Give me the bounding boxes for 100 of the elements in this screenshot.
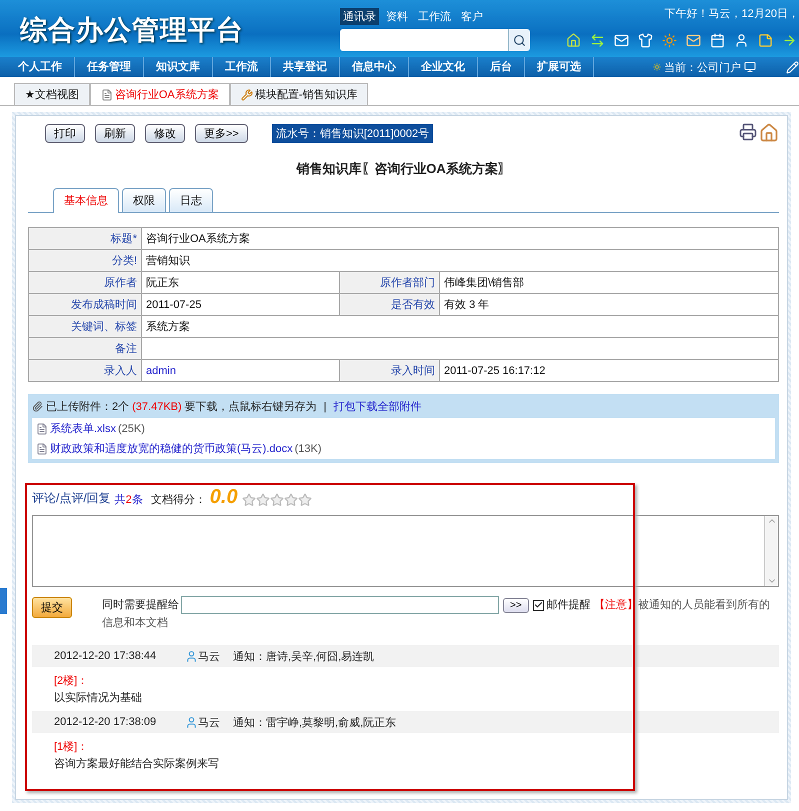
email-notify-label: 邮件提醒 — [546, 599, 591, 611]
section-tab[interactable]: 权限 — [122, 188, 166, 212]
note-text: 信息和本文档 — [102, 616, 168, 631]
separator-text: | — [324, 400, 327, 412]
mail-icon[interactable] — [686, 33, 701, 48]
comment-author: 马云 — [198, 650, 220, 664]
add-button[interactable]: >> — [503, 598, 529, 613]
user-icon — [185, 716, 198, 728]
rating-star[interactable] — [270, 493, 284, 507]
current-portal: 当前：公司门户 — [664, 60, 741, 74]
toolbar-button[interactable]: 修改 — [145, 124, 185, 142]
file-link[interactable]: 财政政策和适度放宽的稳健的货币政策(马云).docx — [50, 441, 293, 456]
toolbar-button[interactable]: 打印 — [45, 124, 85, 142]
field-label: 关键词、标签 — [28, 316, 142, 338]
serial-number: 流水号：销售知识[2011]0002号 — [272, 124, 434, 142]
arrows-icon[interactable] — [590, 33, 605, 48]
nav-item[interactable]: 后台 — [478, 57, 525, 77]
floor-number: [1楼]： — [54, 740, 88, 754]
nav-item[interactable]: 个人工作 — [6, 57, 75, 77]
note-text: 被通知的人员能看到所有的 — [638, 599, 770, 611]
arrow-icon[interactable] — [782, 33, 797, 48]
calendar-icon[interactable] — [710, 33, 725, 48]
scrollbar[interactable] — [764, 516, 778, 586]
home-icon[interactable] — [759, 123, 779, 143]
file-link[interactable]: 系统表单.xlsx — [50, 421, 116, 436]
field-label: 录入时间 — [340, 360, 440, 382]
search-tab[interactable]: 通讯录 — [340, 8, 379, 25]
nav-item[interactable]: 企业文化 — [409, 57, 478, 77]
field-value: 有效 3 年 — [440, 294, 778, 316]
search-tab[interactable]: 客户 — [458, 8, 486, 25]
envelope-icon[interactable] — [614, 33, 629, 48]
page-tab[interactable]: 咨询行业OA系统方案 — [90, 83, 230, 105]
file-size: (13K) — [294, 442, 322, 454]
attachment-size: (37.47KB) — [132, 400, 182, 412]
comment-textarea[interactable] — [32, 515, 779, 587]
nav-item[interactable]: 扩展可选 — [525, 57, 594, 77]
notified-users: 通知：雷宇峥,莫黎明,俞威,阮正东 — [233, 716, 396, 730]
note-icon[interactable] — [758, 33, 773, 48]
user-link[interactable]: admin — [142, 360, 340, 382]
search-tab[interactable]: 资料 — [383, 8, 411, 25]
submit-button[interactable]: 提交 — [32, 597, 72, 618]
toolbar-button[interactable]: 刷新 — [95, 124, 135, 142]
rating-star[interactable] — [298, 493, 312, 507]
download-all-link[interactable]: 打包下载全部附件 — [334, 399, 422, 414]
wrench-icon — [240, 88, 253, 100]
app-logo: 综合办公管理平台 — [20, 14, 245, 47]
comment-time: 2012-12-20 17:38:44 — [54, 650, 158, 662]
notify-label: 同时需要提醒给 — [102, 599, 179, 611]
pencil-icon[interactable] — [786, 60, 799, 74]
search-button[interactable] — [508, 29, 530, 51]
printer-icon[interactable] — [739, 123, 757, 141]
file-icon — [36, 442, 48, 454]
shirt-icon[interactable] — [638, 33, 653, 48]
notify-input[interactable] — [181, 596, 499, 614]
field-label: 备注 — [28, 338, 142, 360]
home-icon[interactable] — [566, 33, 581, 48]
monitor-icon[interactable] — [744, 61, 756, 73]
page-tab[interactable]: ★文档视图 — [14, 83, 90, 105]
notified-users: 通知：唐诗,吴辛,何囧,易连凯 — [233, 650, 374, 664]
greeting-text: 下午好！马云，12月20日， — [664, 7, 799, 21]
sun-icon[interactable] — [662, 33, 677, 48]
section-tab[interactable]: 基本信息 — [53, 188, 119, 213]
comment-text: 咨询方案最好能结合实际案例来写 — [54, 756, 219, 771]
paperclip-icon — [32, 401, 43, 412]
nav-item[interactable]: 信息中心 — [340, 57, 409, 77]
comment-text: 以实际情况为基础 — [54, 690, 142, 705]
field-value: 阮正东 — [142, 272, 340, 294]
field-value: 2011-07-25 16:17:12 — [440, 360, 778, 382]
sidebar-toggle[interactable] — [0, 588, 7, 614]
search-tab[interactable]: 工作流 — [415, 8, 454, 25]
nav-item[interactable]: 知识文库 — [144, 57, 213, 77]
field-label: 是否有效 — [340, 294, 440, 316]
comment-time: 2012-12-20 17:38:09 — [54, 716, 158, 728]
search-icon — [513, 34, 526, 46]
field-value: 系统方案 — [142, 316, 778, 338]
rating-star[interactable] — [242, 493, 256, 507]
nav-item[interactable]: 任务管理 — [75, 57, 144, 77]
comment-count: 共2条 — [114, 493, 143, 507]
score-label: 文档得分： — [150, 492, 206, 507]
field-label: 原作者部门 — [340, 272, 440, 294]
comments-title: 评论/点评/回复 — [32, 490, 111, 507]
section-tab[interactable]: 日志 — [169, 188, 213, 212]
email-checkbox[interactable] — [532, 600, 544, 611]
field-value: 咨询行业OA系统方案 — [142, 228, 778, 250]
user-icon[interactable] — [734, 33, 749, 48]
rating-star[interactable] — [284, 493, 298, 507]
page-tab[interactable]: 模块配置-销售知识库 — [230, 83, 368, 105]
file-icon — [36, 422, 48, 434]
field-value: 营销知识 — [142, 250, 778, 272]
nav-item[interactable]: 共享登记 — [271, 57, 340, 77]
user-icon — [185, 650, 198, 662]
toolbar-button[interactable]: 更多>> — [195, 124, 248, 142]
score-value: 0.0 — [210, 487, 238, 507]
attachment-summary: 已上传附件：2个 — [46, 400, 130, 414]
field-value: 2011-07-25 — [142, 294, 340, 316]
field-label: 录入人 — [28, 360, 142, 382]
document-title: 销售知识库〖咨询行业OA系统方案〗 — [295, 160, 512, 178]
nav-item[interactable]: 工作流 — [213, 57, 271, 77]
rating-star[interactable] — [256, 493, 270, 507]
search-field[interactable] — [340, 29, 508, 51]
